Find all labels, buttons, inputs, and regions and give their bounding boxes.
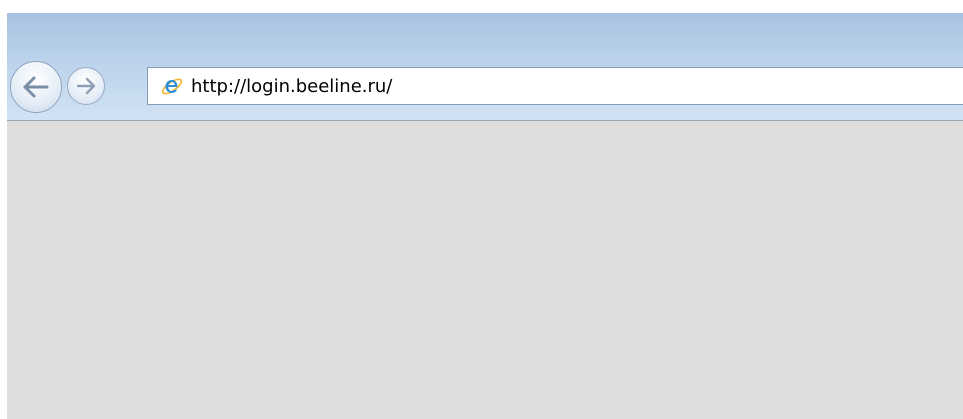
back-button[interactable]: [10, 61, 62, 113]
forward-button[interactable]: [67, 67, 105, 105]
forward-arrow-icon: [75, 75, 97, 97]
back-arrow-icon: [21, 72, 51, 102]
page-content-area: [7, 121, 963, 419]
browser-window: http://login.beeline.ru/: [7, 13, 963, 419]
address-url-text[interactable]: http://login.beeline.ru/: [191, 76, 392, 97]
screen: http://login.beeline.ru/: [0, 0, 963, 419]
internet-explorer-logo-icon: [160, 74, 184, 98]
browser-toolbar: http://login.beeline.ru/: [7, 13, 963, 121]
address-bar[interactable]: http://login.beeline.ru/: [147, 67, 963, 105]
